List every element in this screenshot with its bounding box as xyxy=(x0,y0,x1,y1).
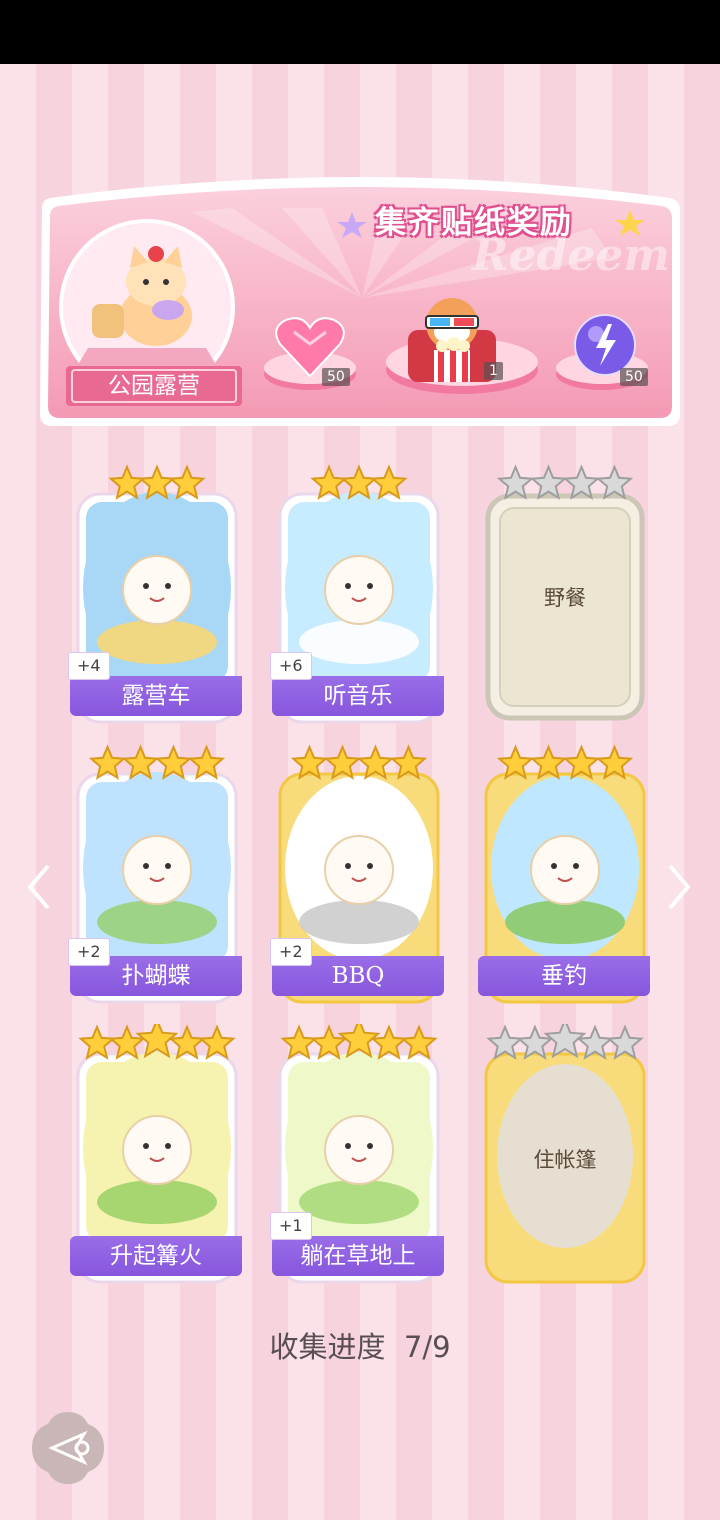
star-rating-icon xyxy=(108,464,206,500)
card-label: 露营车 xyxy=(70,676,242,716)
chevron-right-icon[interactable] xyxy=(664,862,694,912)
star-rating-icon xyxy=(78,1024,236,1060)
sticker-card[interactable]: 露营车 +4 xyxy=(68,464,242,724)
star-rating-icon xyxy=(88,744,226,780)
locked-card-label: 野餐 xyxy=(544,586,586,610)
sticker-card[interactable]: 升起篝火 xyxy=(70,1024,242,1284)
sticker-card[interactable]: 听音乐 +6 xyxy=(270,464,444,724)
locked-card-label: 住帐篷 xyxy=(533,1148,597,1172)
reward-count: 1 xyxy=(484,362,503,380)
sticker-card[interactable]: 住帐篷 xyxy=(484,1024,646,1284)
album-name: 公园露营 xyxy=(108,373,200,399)
bonus-badge: +4 xyxy=(68,652,110,680)
chevron-left-icon[interactable] xyxy=(24,862,54,912)
status-bar xyxy=(0,0,720,64)
sticker-card[interactable]: 野餐 xyxy=(484,464,646,724)
card-label: 升起篝火 xyxy=(70,1236,242,1276)
star-rating-icon xyxy=(310,464,408,500)
sticker-card[interactable]: 躺在草地上 +1 xyxy=(270,1024,444,1284)
sticker-card[interactable]: BBQ +2 xyxy=(270,744,444,1004)
progress-label: 收集进度 xyxy=(269,1330,386,1364)
bonus-badge: +2 xyxy=(68,938,110,966)
star-rating-icon xyxy=(290,744,428,780)
reward-count: 50 xyxy=(620,368,648,386)
progress-value: 7/9 xyxy=(403,1330,451,1364)
bonus-badge: +2 xyxy=(270,938,312,966)
redeem-watermark: Redeem xyxy=(472,230,670,281)
star-rating-icon xyxy=(496,744,634,780)
collection-progress: 收集进度 7/9 xyxy=(0,1324,720,1366)
star-rating-icon xyxy=(496,464,634,500)
star-rating-icon xyxy=(486,1024,644,1060)
reward-count: 50 xyxy=(322,368,350,386)
back-icon[interactable] xyxy=(30,1410,106,1486)
bonus-badge: +1 xyxy=(270,1212,312,1240)
sticker-card[interactable]: 垂钓 xyxy=(478,744,650,1004)
card-label: 听音乐 xyxy=(272,676,444,716)
card-label: 躺在草地上 xyxy=(272,1236,444,1276)
star-rating-icon xyxy=(280,1024,438,1060)
sticker-card[interactable]: 扑蝴蝶 +2 xyxy=(68,744,242,1004)
bonus-badge: +6 xyxy=(270,652,312,680)
card-label: 垂钓 xyxy=(478,956,650,996)
